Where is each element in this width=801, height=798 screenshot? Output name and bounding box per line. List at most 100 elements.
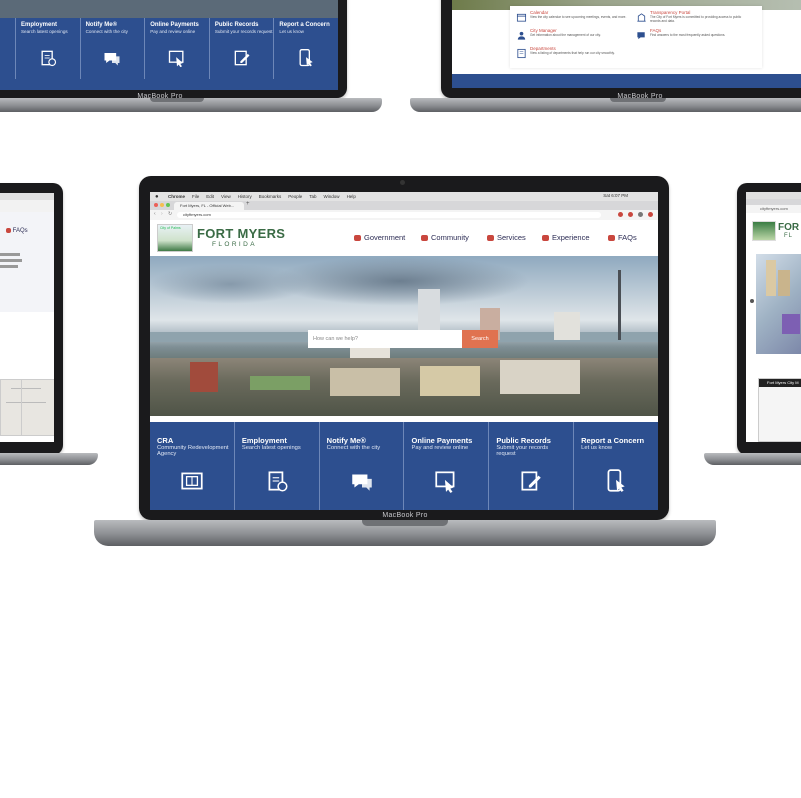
- forward-icon[interactable]: ›: [161, 211, 163, 217]
- tile-employment[interactable]: Employment Search latest openings: [16, 18, 81, 79]
- new-tab-icon[interactable]: +: [246, 201, 250, 207]
- nav-label: Services: [497, 233, 526, 242]
- menu-tab[interactable]: Tab: [309, 194, 316, 199]
- quick-link-desc: View the city calendar to see upcoming m…: [530, 15, 627, 19]
- tile-title: Notify Me®: [85, 22, 118, 28]
- tile-subtitle: Community Redevelopment Agency: [157, 445, 229, 458]
- faq-icon: [636, 28, 647, 46]
- reload-icon[interactable]: ↻: [168, 211, 172, 217]
- laptop-brand-label: MacBook Pro: [617, 93, 663, 100]
- tile-title: Online Payments: [150, 22, 199, 28]
- tile-title: Employment: [241, 436, 287, 445]
- city-seal-logo[interactable]: City of Palms: [157, 224, 193, 252]
- nav-community[interactable]: Community: [421, 233, 469, 242]
- tile-online-payments[interactable]: Online Payments Pay and review online: [404, 422, 490, 510]
- map-card: Fort Myers City M: [758, 378, 801, 442]
- carousel-prev-icon[interactable]: [750, 299, 754, 303]
- tile-title: Public Records: [496, 436, 551, 445]
- screen-top-right: Calendar View the city calendar to see up…: [452, 0, 801, 88]
- menu-help[interactable]: Help: [347, 194, 356, 199]
- menu-history[interactable]: History: [238, 194, 252, 199]
- camera-icon: [542, 235, 549, 241]
- tile-subtitle: Submit your records request: [214, 29, 273, 34]
- tile-report-a-concern[interactable]: Report a Concern Let us know: [274, 18, 338, 79]
- maximize-window-icon[interactable]: [166, 203, 170, 207]
- url-input[interactable]: cityftmyers.com: [177, 212, 601, 218]
- speech-bubble-icon: [349, 468, 375, 499]
- menu-icon[interactable]: [648, 212, 653, 217]
- menu-bookmarks[interactable]: Bookmarks: [259, 194, 282, 199]
- tile-partial[interactable]: [0, 18, 16, 79]
- quick-link-desc: The City of Fort Myers is committed to p…: [650, 15, 742, 23]
- menu-view[interactable]: View: [221, 194, 231, 199]
- phone-tap-icon: [603, 468, 629, 499]
- tile-public-records[interactable]: Public Records Submit your records reques…: [210, 18, 275, 79]
- menu-edit[interactable]: Edit: [206, 194, 214, 199]
- tile-online-payments[interactable]: Online Payments Pay and review online: [145, 18, 210, 79]
- search-input[interactable]: How can we help?: [308, 330, 462, 348]
- phone-tap-icon: [296, 48, 316, 73]
- gavel-icon: [354, 235, 361, 241]
- menu-file[interactable]: File: [192, 194, 199, 199]
- tile-notify-me[interactable]: Notify Me® Connect with the city: [81, 18, 146, 79]
- blueprint-icon: [179, 468, 205, 499]
- tile-employment[interactable]: Employment Search latest openings: [235, 422, 320, 510]
- nav-label: FAQs: [618, 233, 637, 242]
- browser-tab[interactable]: Fort Myers, FL - Official Web...: [174, 202, 244, 210]
- mac-menu-bar: Chrome File Edit View History Bookmarks People…: [150, 192, 658, 201]
- map-thumbnail: [0, 379, 54, 436]
- tile-title: Notify Me®: [326, 436, 366, 445]
- tile-subtitle: Pay and review online: [411, 445, 469, 451]
- profile-icon[interactable]: [638, 212, 643, 217]
- tile-public-records[interactable]: Public Records Submit your records reques…: [489, 422, 575, 510]
- menu-people[interactable]: People: [288, 194, 302, 199]
- tile-subtitle: Search latest openings: [241, 445, 301, 451]
- extension-icon[interactable]: [628, 212, 633, 217]
- apple-icon[interactable]: ●: [155, 194, 159, 200]
- calendar-icon: [516, 10, 527, 28]
- menu-window[interactable]: Window: [324, 194, 340, 199]
- nav-services[interactable]: Services: [487, 233, 526, 242]
- site-header: City of Palms FORT MYERS FLORIDA Governm…: [150, 220, 658, 256]
- payment-tap-icon: [433, 468, 459, 499]
- tile-title: Report a Concern: [581, 436, 645, 445]
- tile-subtitle: Submit your records request: [496, 445, 549, 458]
- tile-notify-me[interactable]: Notify Me® Connect with the city: [320, 422, 405, 510]
- clipboard-clock-icon: [264, 468, 290, 499]
- nav-label: Community: [431, 233, 469, 242]
- search-button[interactable]: Search: [462, 330, 498, 348]
- nav-faqs[interactable]: FAQs: [6, 228, 28, 234]
- tile-title: Online Payments: [411, 436, 473, 445]
- screen-top-left: Employment Search latest openings Notify M…: [0, 0, 338, 90]
- records-edit-icon: [518, 468, 544, 499]
- records-edit-icon: [232, 48, 252, 73]
- menu-clock: Sat 6:07 PM: [603, 193, 628, 198]
- tile-title: Public Records: [214, 22, 259, 28]
- nav-government[interactable]: Government: [354, 233, 405, 242]
- nav-label: Government: [364, 233, 406, 242]
- browser-window: Chrome File Edit View History Bookmarks People…: [150, 192, 658, 510]
- tile-subtitle: Let us know: [581, 445, 613, 451]
- laptop-brand-label: MacBook Pro: [137, 93, 183, 100]
- tile-cra[interactable]: CRA Community Redevelopment Agency: [150, 422, 235, 510]
- departments-icon: [516, 46, 527, 64]
- tile-subtitle: Connect with the city: [326, 445, 381, 451]
- home-icon: [421, 235, 428, 241]
- tile-subtitle: Connect with the city: [85, 29, 128, 34]
- menu-chrome[interactable]: Chrome: [168, 194, 185, 199]
- back-icon[interactable]: ‹: [154, 211, 156, 217]
- minimize-window-icon[interactable]: [160, 203, 164, 207]
- tile-title: Report a Concern: [279, 22, 330, 28]
- city-logo: [752, 221, 776, 241]
- quick-links-panel: Calendar View the city calendar to see up…: [510, 6, 762, 68]
- nav-faqs[interactable]: FAQs: [608, 233, 637, 242]
- site-subtitle: FLORIDA: [212, 241, 257, 248]
- camera-dot: [400, 180, 405, 185]
- briefcase-icon: [487, 235, 494, 241]
- payment-tap-icon: [167, 48, 187, 73]
- nav-experience[interactable]: Experience: [542, 233, 590, 242]
- tile-report-a-concern[interactable]: Report a Concern Let us know: [574, 422, 658, 510]
- quick-link-desc: View a listing of departments that help …: [530, 51, 615, 55]
- extension-icon[interactable]: [618, 212, 623, 217]
- close-window-icon[interactable]: [154, 203, 158, 207]
